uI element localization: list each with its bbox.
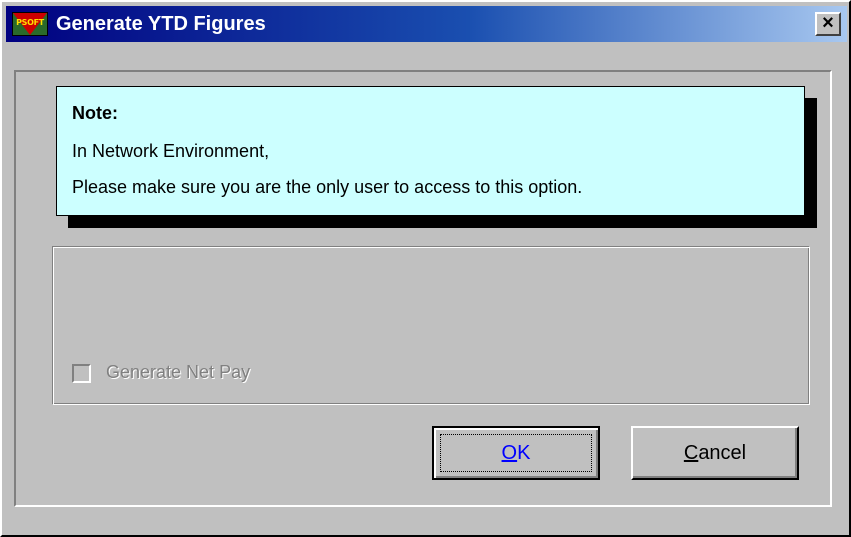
note-heading: Note: (72, 103, 118, 123)
note-line-1: In Network Environment, (72, 141, 270, 161)
title-bar[interactable]: PSOFT Generate YTD Figures × (6, 6, 847, 42)
close-button[interactable]: × (815, 12, 841, 36)
generate-net-pay-checkbox[interactable] (72, 364, 91, 383)
note-box: Note: In Network Environment, Please mak… (56, 86, 805, 216)
ok-label-rest: K (517, 442, 531, 464)
ok-button-label: OK (434, 442, 598, 465)
cancel-button[interactable]: Cancel (631, 426, 799, 480)
note-line-2: Please make sure you are the only user t… (72, 177, 583, 197)
cancel-label-rest: ancel (698, 442, 747, 464)
ok-mnemonic: O (501, 442, 518, 464)
app-icon[interactable]: PSOFT (12, 12, 48, 36)
app-icon-text: PSOFT (16, 18, 44, 27)
generate-net-pay-label: Generate Net Pay (106, 362, 251, 382)
window-title: Generate YTD Figures (56, 13, 266, 35)
close-icon: × (822, 12, 834, 34)
cancel-button-label: Cancel (633, 442, 797, 465)
ok-button[interactable]: OK (432, 426, 600, 480)
dialog-window: PSOFT Generate YTD Figures × Note: In Ne… (0, 0, 851, 537)
cancel-mnemonic: C (683, 442, 699, 464)
